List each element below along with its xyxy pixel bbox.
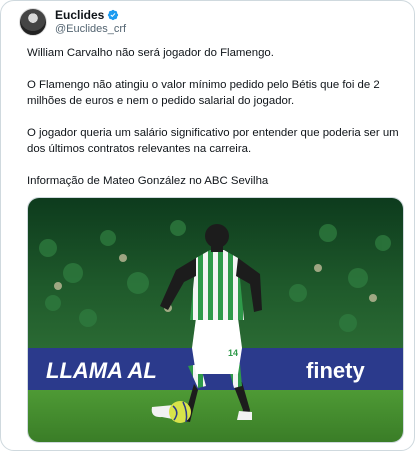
author-handle[interactable]: @Euclides_crf — [55, 22, 126, 36]
author-avatar[interactable] — [19, 8, 47, 36]
banner-text-right: finety — [306, 358, 365, 383]
tweet-paragraph: O Flamengo não atingiu o valor mínimo pe… — [27, 79, 380, 107]
tweet-media-photo[interactable]: LLAMA AL finety 14 — [27, 197, 404, 443]
tweet-paragraph: O jogador queria um salário significativ… — [27, 127, 399, 155]
tweet-card[interactable]: Euclides @Euclides_crf William Carvalho … — [0, 0, 415, 451]
tweet-paragraph: Informação de Mateo González no ABC Sevi… — [27, 175, 269, 187]
author-name[interactable]: Euclides — [55, 8, 104, 22]
shirt-number: 14 — [228, 348, 238, 358]
banner-text-left: LLAMA AL — [46, 358, 157, 383]
tweet-paragraph: William Carvalho não será jogador do Fla… — [27, 47, 274, 59]
tweet-header: Euclides @Euclides_crf — [19, 7, 126, 37]
author-names: Euclides @Euclides_crf — [55, 8, 126, 36]
pitch — [28, 390, 403, 442]
football — [169, 401, 191, 423]
verified-badge-icon — [108, 9, 119, 21]
football-photo: LLAMA AL finety 14 — [28, 198, 403, 442]
